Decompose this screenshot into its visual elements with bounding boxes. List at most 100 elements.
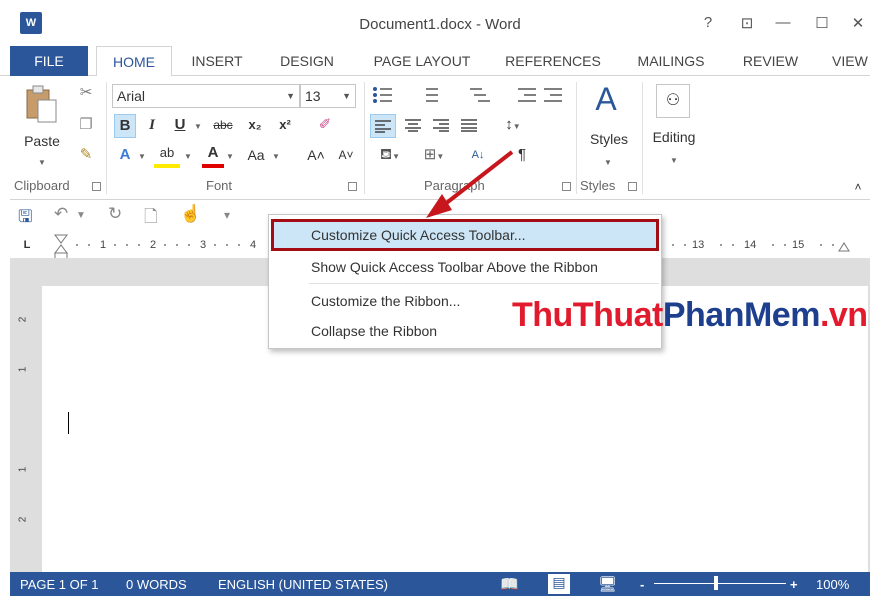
tab-references[interactable]: REFERENCES <box>498 46 608 76</box>
menu-item-collapse-ribbon[interactable]: Collapse the Ribbon <box>311 323 437 339</box>
highlight-button[interactable]: ab <box>154 144 180 168</box>
collapse-ribbon-chevron-icon[interactable]: ˄ <box>850 176 866 200</box>
bold-button[interactable]: B <box>114 114 136 138</box>
zoom-in-button[interactable]: + <box>790 577 798 592</box>
editing-button[interactable]: Editing <box>646 126 702 150</box>
window-title: Document1.docx - Word <box>359 16 521 33</box>
highlight-dropdown-icon[interactable]: ▼ <box>182 144 194 168</box>
subscript-button[interactable]: x₂ <box>242 114 268 138</box>
align-center-button[interactable] <box>400 114 426 138</box>
menu-item-customize-ribbon[interactable]: Customize the Ribbon... <box>311 293 460 309</box>
indent-marker-icon[interactable] <box>54 234 68 260</box>
line-spacing-button[interactable]: ↕▼ <box>496 114 530 138</box>
menu-item-customize-qat[interactable]: Customize Quick Access Toolbar... <box>311 227 526 243</box>
font-name-value: Arial <box>117 88 146 104</box>
tab-stop-selector[interactable]: L <box>20 238 34 252</box>
tab-insert[interactable]: INSERT <box>182 46 252 76</box>
undo-icon[interactable]: ↶ <box>54 204 68 224</box>
shrink-font-button[interactable]: A˅ <box>334 144 358 168</box>
redo-icon[interactable]: ↻ <box>108 204 122 224</box>
word-count[interactable]: 0 WORDS <box>126 577 187 592</box>
tab-design[interactable]: DESIGN <box>272 46 342 76</box>
touch-mode-icon[interactable]: ☝ <box>180 204 201 224</box>
styles-dropdown-icon[interactable]: ▼ <box>600 150 616 174</box>
underline-dropdown-icon[interactable]: ▼ <box>192 114 204 138</box>
align-right-button[interactable] <box>428 114 454 138</box>
group-divider <box>642 82 643 194</box>
ruler-number: 2 <box>150 239 157 251</box>
font-color-dropdown-icon[interactable]: ▼ <box>224 144 236 168</box>
read-mode-icon[interactable]: 📖 <box>500 575 519 593</box>
paragraph-launcher-icon[interactable] <box>562 182 571 191</box>
watermark-part-1: ThuThuat <box>512 296 663 334</box>
superscript-button[interactable]: x² <box>272 114 298 138</box>
font-color-button[interactable]: A <box>202 144 224 168</box>
justify-button[interactable] <box>456 114 482 138</box>
find-binoculars-icon[interactable]: ⚇ <box>656 84 690 118</box>
align-left-icon <box>375 120 391 133</box>
list-buttons-icon[interactable] <box>372 84 572 108</box>
print-layout-icon[interactable]: ▤ <box>548 574 570 594</box>
tab-page-layout[interactable]: PAGE LAYOUT <box>362 46 482 76</box>
tab-file[interactable]: FILE <box>10 46 88 76</box>
font-name-combo[interactable]: Arial ▼ <box>112 84 300 108</box>
page-count[interactable]: PAGE 1 OF 1 <box>20 577 99 592</box>
ruler-number: 14 <box>744 239 757 251</box>
paste-icon[interactable] <box>24 84 58 124</box>
shading-button[interactable]: ⛾▼ <box>372 144 408 168</box>
show-formatting-button[interactable]: ¶ <box>510 144 534 168</box>
close-button[interactable]: ✕ <box>846 14 870 32</box>
change-case-dropdown-icon[interactable]: ▼ <box>270 144 282 168</box>
minimize-button[interactable]: — <box>771 14 795 31</box>
new-document-icon[interactable]: 🗋 <box>144 204 158 233</box>
tab-mailings[interactable]: MAILINGS <box>626 46 716 76</box>
align-center-icon <box>405 119 421 132</box>
zoom-slider-thumb[interactable] <box>714 576 718 590</box>
strikethrough-button[interactable]: abc <box>206 114 240 138</box>
sort-icon[interactable]: A↓ <box>466 144 490 168</box>
change-case-button[interactable]: Aa <box>242 144 270 168</box>
font-size-combo[interactable]: 13 ▼ <box>300 84 356 108</box>
menu-separator <box>309 283 659 284</box>
chevron-down-icon: ▼ <box>342 91 351 101</box>
styles-icon[interactable]: A <box>586 80 626 118</box>
clipboard-launcher-icon[interactable] <box>92 182 101 191</box>
text-cursor <box>68 412 69 434</box>
vertical-ruler[interactable]: 2 1 1 2 <box>10 268 40 568</box>
menu-item-show-qat-above-ribbon[interactable]: Show Quick Access Toolbar Above the Ribb… <box>311 259 598 275</box>
customize-qat-dropdown-icon[interactable]: ▾ <box>224 208 230 222</box>
paste-dropdown-icon[interactable]: ▼ <box>32 150 52 174</box>
zoom-out-button[interactable]: - <box>640 577 644 592</box>
save-icon[interactable]: 🖫 <box>18 204 32 233</box>
styles-launcher-icon[interactable] <box>628 182 637 191</box>
web-layout-icon[interactable]: 🖥 <box>598 575 617 593</box>
format-painter-icon[interactable]: ✎ <box>74 144 98 168</box>
cut-icon[interactable]: ✂ <box>74 82 98 106</box>
styles-button[interactable]: Styles <box>582 128 636 152</box>
tab-home[interactable]: HOME <box>96 46 172 77</box>
tab-view[interactable]: VIEW <box>826 46 870 76</box>
zoom-level[interactable]: 100% <box>816 577 849 592</box>
zoom-slider-track[interactable] <box>654 583 786 584</box>
editing-dropdown-icon[interactable]: ▼ <box>666 148 682 172</box>
undo-dropdown-icon[interactable]: ▼ <box>76 210 86 221</box>
ruler-number: 13 <box>692 239 705 251</box>
tab-review[interactable]: REVIEW <box>733 46 808 76</box>
italic-button[interactable]: I <box>142 114 162 138</box>
underline-button[interactable]: U <box>170 114 190 138</box>
font-launcher-icon[interactable] <box>348 182 357 191</box>
align-left-button[interactable] <box>370 114 396 138</box>
maximize-button[interactable]: ☐ <box>810 14 834 32</box>
help-button[interactable]: ? <box>696 14 720 31</box>
text-effects-dropdown-icon[interactable]: ▼ <box>136 144 148 168</box>
right-indent-marker-icon[interactable] <box>838 240 850 252</box>
borders-button[interactable]: ⊞▼ <box>416 144 452 168</box>
group-divider <box>576 82 577 194</box>
clear-formatting-icon[interactable]: ✐ <box>312 114 338 138</box>
ribbon-display-options-button[interactable]: ⊡ <box>735 14 759 32</box>
grow-font-button[interactable]: A˄ <box>304 144 328 168</box>
language-indicator[interactable]: ENGLISH (UNITED STATES) <box>218 577 388 592</box>
vertical-ruler-number: 2 <box>17 516 29 523</box>
text-effects-button[interactable]: A <box>114 144 136 168</box>
copy-icon[interactable]: ❐ <box>74 114 98 138</box>
